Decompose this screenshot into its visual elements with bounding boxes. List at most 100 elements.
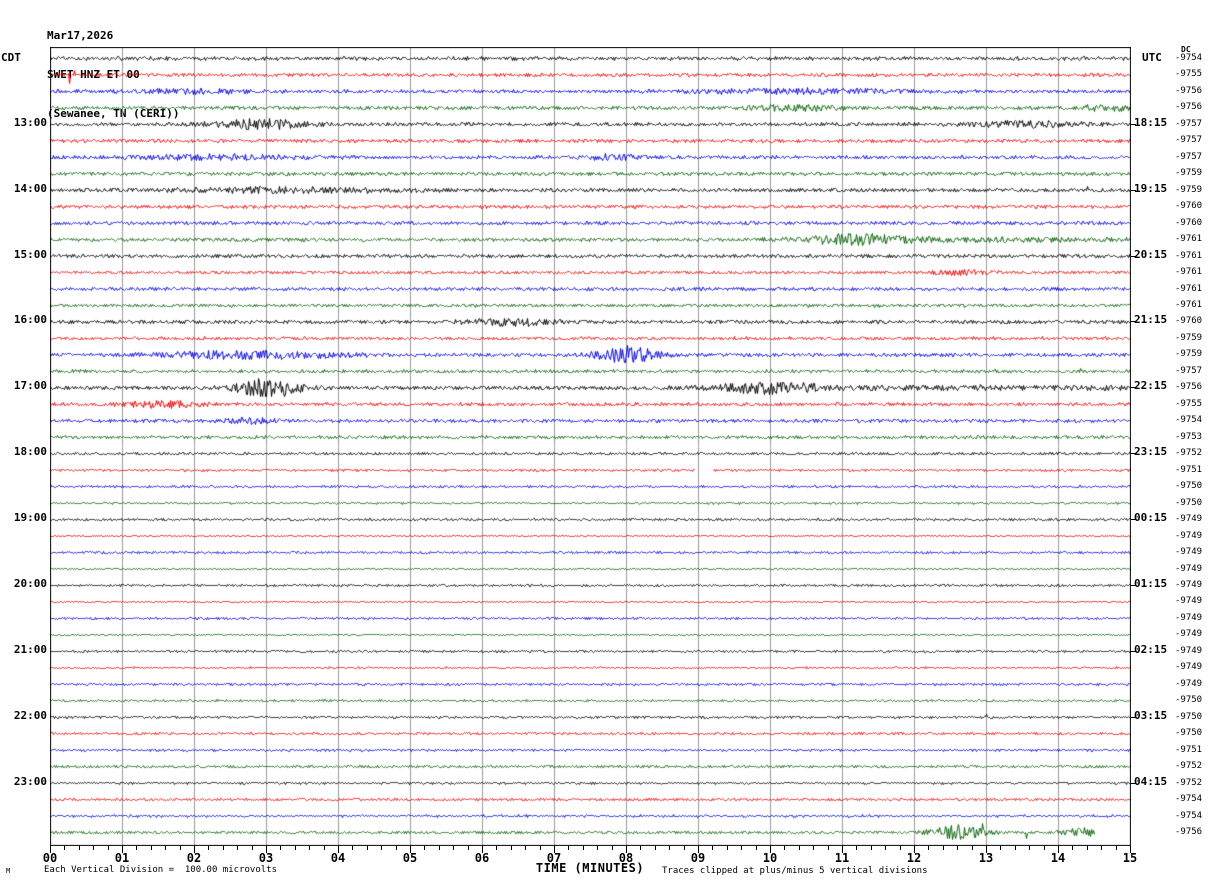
x-minor-tick (280, 846, 282, 850)
x-minor-tick (237, 846, 239, 850)
dc-offset-value: -9750 (1175, 711, 1203, 722)
dc-offset-value: -9753 (1175, 431, 1203, 442)
x-minor-tick (222, 846, 224, 850)
x-minor-tick (510, 846, 512, 850)
dc-offset-value: -9750 (1175, 728, 1203, 739)
x-minor-tick (784, 846, 786, 850)
dc-offset-value: -9750 (1175, 695, 1203, 706)
dc-offset-value: -9757 (1175, 365, 1203, 376)
left-time-label: 21:00 (13, 642, 47, 656)
x-minor-tick (208, 846, 210, 850)
x-minor-tick (1014, 846, 1016, 850)
x-minor-tick (424, 846, 426, 850)
x-minor-tick (856, 846, 858, 850)
x-minor-tick (755, 846, 757, 850)
x-minor-tick (1072, 846, 1074, 850)
dc-offset-value: -9749 (1175, 678, 1203, 689)
right-timezone-label: UTC (1142, 51, 1162, 64)
x-minor-tick (568, 846, 570, 850)
title-date: Mar17,2026 (47, 29, 114, 42)
x-minor-tick (64, 846, 66, 850)
x-minor-tick (942, 846, 944, 850)
x-minor-tick (438, 846, 440, 850)
dc-offset-value: -9756 (1175, 85, 1203, 96)
x-minor-tick (813, 846, 815, 850)
x-minor-tick (352, 846, 354, 850)
x-minor-tick (309, 846, 311, 850)
right-time-label: 20:15 (1134, 247, 1168, 261)
right-time-label: 18:15 (1134, 115, 1168, 129)
right-time-label: 00:15 (1134, 511, 1168, 525)
x-minor-tick (827, 846, 829, 850)
dc-offset-value: -9750 (1175, 481, 1203, 492)
scale-note: Each Vertical Division = 100.00 microvol… (44, 865, 277, 875)
helicorder-page: Mar17,2026 SWET HNZ ET 00 (Sewanee, TN (… (0, 0, 1210, 886)
dc-offset-value: -9756 (1175, 826, 1203, 837)
dc-offset-value: -9756 (1175, 382, 1203, 393)
x-minor-tick (381, 846, 383, 850)
x-minor-tick (683, 846, 685, 850)
dc-offset-value: -9751 (1175, 744, 1203, 755)
dc-offset-value: -9759 (1175, 168, 1203, 179)
dc-offset-value: -9754 (1175, 810, 1203, 821)
left-timezone-label: CDT (1, 51, 21, 64)
dc-offset-value: -9756 (1175, 102, 1203, 113)
x-minor-tick (1086, 846, 1088, 850)
x-minor-tick (870, 846, 872, 850)
right-axis-tick (1131, 189, 1136, 191)
right-axis-tick (1131, 584, 1136, 586)
left-time-label: 16:00 (13, 313, 47, 327)
x-minor-tick (165, 846, 167, 850)
right-axis-tick (1131, 453, 1136, 455)
x-minor-tick (539, 846, 541, 850)
right-time-label: 01:15 (1134, 576, 1168, 590)
dc-offset-value: -9749 (1175, 579, 1203, 590)
x-minor-tick (712, 846, 714, 850)
x-minor-tick (971, 846, 973, 850)
dc-offset-value: -9760 (1175, 201, 1203, 212)
left-time-label: 22:00 (13, 708, 47, 722)
x-minor-tick (669, 846, 671, 850)
x-minor-tick (726, 846, 728, 850)
right-axis-tick (1131, 387, 1136, 389)
right-axis-tick (1131, 650, 1136, 652)
left-time-label: 23:00 (13, 774, 47, 788)
dc-offset-value: -9749 (1175, 530, 1203, 541)
right-axis-tick (1131, 716, 1136, 718)
dc-offset-value: -9761 (1175, 283, 1203, 294)
x-minor-tick (1115, 846, 1117, 850)
dc-offset-value: -9759 (1175, 349, 1203, 360)
x-minor-tick (93, 846, 95, 850)
x-minor-tick (597, 846, 599, 850)
dc-offset-value: -9752 (1175, 777, 1203, 788)
right-axis-tick (1131, 123, 1136, 125)
left-time-label: 13:00 (13, 115, 47, 129)
dc-offset-value: -9754 (1175, 53, 1203, 63)
watermark-glyph: M (6, 867, 11, 875)
right-axis-tick (1131, 255, 1136, 257)
right-time-label: 21:15 (1134, 313, 1168, 327)
dc-offset-value: -9749 (1175, 662, 1203, 673)
x-minor-tick (654, 846, 656, 850)
dc-offset-value: -9749 (1175, 514, 1203, 525)
dc-offset-value: -9749 (1175, 547, 1203, 558)
dc-offset-value: -9749 (1175, 563, 1203, 574)
left-time-label: 14:00 (13, 181, 47, 195)
x-minor-tick (1043, 846, 1045, 850)
dc-offset-value: -9752 (1175, 448, 1203, 459)
dc-offset-value: -9761 (1175, 250, 1203, 261)
x-minor-tick (899, 846, 901, 850)
left-time-label: 17:00 (13, 379, 47, 393)
x-minor-tick (453, 846, 455, 850)
dc-offset-value: -9749 (1175, 645, 1203, 656)
dc-offset-value: -9754 (1175, 794, 1203, 805)
dc-offset-value: -9760 (1175, 316, 1203, 327)
clip-note: Traces clipped at plus/minus 5 vertical … (662, 866, 928, 876)
x-minor-tick (525, 846, 527, 850)
x-minor-tick (496, 846, 498, 850)
right-axis-tick (1131, 519, 1136, 521)
dc-offset-value: -9755 (1175, 69, 1203, 80)
dc-offset-value: -9755 (1175, 398, 1203, 409)
dc-offset-value: -9751 (1175, 464, 1203, 475)
left-time-label: 20:00 (13, 576, 47, 590)
